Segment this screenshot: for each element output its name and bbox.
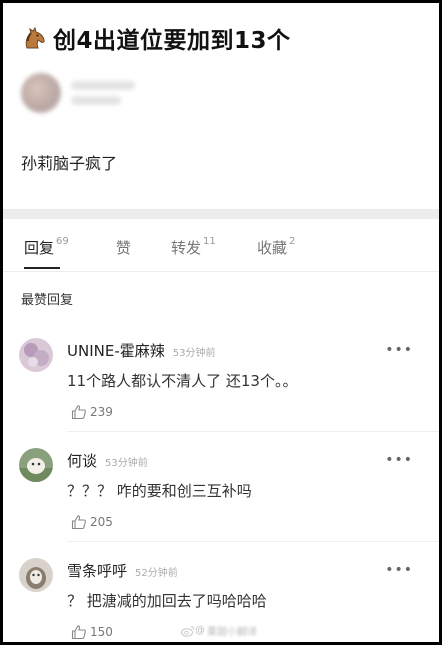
tab-label: 收藏 [257, 239, 288, 257]
avatar[interactable] [19, 558, 53, 592]
comment-time: 52分钟前 [135, 568, 178, 579]
like-count: 205 [90, 515, 113, 529]
like-button[interactable]: 205 [71, 514, 113, 530]
comment-time: 53分钟前 [105, 458, 148, 469]
section-title: 最赞回复 [21, 293, 74, 308]
tab-reposts[interactable]: 转发 11 [171, 236, 216, 258]
comment-author[interactable]: UNINE-霍麻辣 53分钟前 [67, 340, 215, 361]
like-button[interactable]: 150 [71, 624, 113, 640]
active-tab-indicator [24, 267, 60, 269]
blurred-author-info [71, 75, 135, 111]
comment-time: 53分钟前 [172, 348, 216, 359]
post-body-text: 孙莉脑子疯了 [21, 154, 118, 173]
comment-text: ？ 把溏减的加回去了吗哈哈哈 [67, 592, 267, 610]
weibo-logo-icon [181, 625, 195, 637]
section-divider [3, 209, 439, 219]
watermark-text: 粟甜小翻译 [207, 627, 257, 638]
blurred-author[interactable] [21, 73, 135, 113]
comment-text: ？？？ 咋的要和创三互补吗 [67, 482, 252, 500]
like-count: 150 [90, 625, 113, 639]
tab-label: 转发 [171, 239, 202, 257]
avatar[interactable] [19, 448, 53, 482]
like-count: 239 [90, 405, 113, 419]
tab-count: 11 [203, 236, 216, 247]
tab-bar: 回复 69 赞 转发 11 收藏 2 [3, 219, 439, 272]
comment-author-name[interactable]: UNINE-霍麻辣 [67, 342, 165, 360]
tab-count: 2 [289, 236, 296, 247]
tab-label: 赞 [116, 239, 132, 257]
thumbs-up-icon [71, 625, 86, 640]
more-options-icon[interactable]: ••• [385, 342, 413, 358]
like-button[interactable]: 239 [71, 404, 113, 420]
more-options-icon[interactable]: ••• [385, 562, 413, 578]
comment-author[interactable]: 何谈 53分钟前 [67, 450, 148, 471]
avatar[interactable] [21, 73, 61, 113]
weibo-watermark: @ 粟甜小翻译 [181, 623, 257, 638]
comment-author-name[interactable]: 雪条呼呼 [67, 562, 127, 580]
thumbs-up-icon [71, 405, 86, 420]
post-title: 创4出道位要加到13个 [53, 28, 291, 54]
tab-count: 69 [56, 236, 69, 247]
comment-author-name[interactable]: 何谈 [67, 452, 97, 470]
comment-author[interactable]: 雪条呼呼 52分钟前 [67, 560, 178, 581]
tab-replies[interactable]: 回复 69 [24, 236, 69, 258]
tab-favorites[interactable]: 收藏 2 [257, 236, 296, 258]
post-detail-screen: 创4出道位要加到13个 孙莉脑子疯了 回复 69 赞 转发 11 收藏 2 最赞回复 … [3, 3, 439, 642]
divider [67, 541, 439, 542]
horse-icon [25, 26, 45, 49]
avatar[interactable] [19, 338, 53, 372]
tab-likes[interactable]: 赞 [116, 237, 131, 258]
comment-text: 11个路人都认不清人了 还13个。。 [67, 372, 298, 390]
watermark-prefix: @ [195, 625, 205, 636]
thumbs-up-icon [71, 515, 86, 530]
post-title-row: 创4出道位要加到13个 [21, 21, 291, 55]
divider [67, 431, 439, 432]
more-options-icon[interactable]: ••• [385, 452, 413, 468]
tab-label: 回复 [24, 239, 55, 257]
